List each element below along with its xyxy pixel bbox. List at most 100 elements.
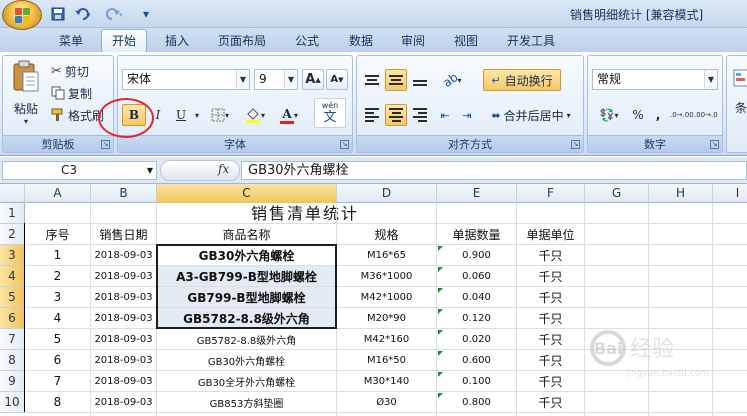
table-cell[interactable]: GB30全牙外六角螺栓 xyxy=(157,371,337,392)
tab-data[interactable]: 数据 xyxy=(338,31,384,52)
table-cell[interactable]: 2 xyxy=(25,266,91,287)
borders-button[interactable]: ▾ xyxy=(206,104,234,126)
table-cell[interactable]: 千只 xyxy=(517,308,585,329)
table-cell[interactable]: 2018-09-03 xyxy=(91,329,157,350)
conditional-format-icon[interactable] xyxy=(729,66,747,90)
increase-decimal-button[interactable]: .0→.00 xyxy=(670,104,694,126)
tab-review[interactable]: 审阅 xyxy=(390,31,436,52)
table-header-cell[interactable]: 规格 xyxy=(337,224,437,245)
table-cell[interactable]: GB5782-8.8级外六角 xyxy=(157,329,337,350)
row-header-5[interactable]: 5 xyxy=(0,287,25,308)
table-header-cell[interactable]: 销售日期 xyxy=(91,224,157,245)
table-header-cell[interactable]: 单据单位 xyxy=(517,224,585,245)
font-size-combo[interactable]: 9 ▼ xyxy=(254,69,298,90)
row-header-4[interactable]: 4 xyxy=(0,266,25,287)
table-cell[interactable]: 3 xyxy=(25,287,91,308)
orientation-button[interactable]: ab ▾ xyxy=(437,69,467,91)
table-cell[interactable]: 0.060 xyxy=(437,266,517,287)
table-cell[interactable]: M20*90 xyxy=(337,308,437,329)
table-cell[interactable]: M42*160 xyxy=(337,329,437,350)
paste-button[interactable]: 粘贴 ▾ xyxy=(7,60,45,130)
tab-formulas[interactable]: 公式 xyxy=(284,31,330,52)
align-left-button[interactable] xyxy=(361,104,383,126)
chevron-down-icon[interactable]: ▼ xyxy=(236,70,249,89)
table-cell[interactable]: 2018-09-03 xyxy=(91,350,157,371)
conditional-format-label[interactable]: 条 xyxy=(729,96,747,118)
select-all-corner[interactable] xyxy=(0,184,25,203)
font-color-button[interactable]: A ▾ xyxy=(274,104,304,126)
tab-developer[interactable]: 开发工具 xyxy=(497,31,565,52)
table-cell[interactable]: M42*1000 xyxy=(337,287,437,308)
fill-color-button[interactable]: ▾ xyxy=(240,104,270,126)
table-cell[interactable]: 0.040 xyxy=(437,287,517,308)
table-cell[interactable]: 6 xyxy=(25,350,91,371)
table-cell[interactable]: GB799-B型地脚螺栓 xyxy=(157,287,337,308)
chevron-down-icon[interactable]: ▼ xyxy=(147,162,153,179)
percent-button[interactable]: % xyxy=(628,104,648,126)
row-header-9[interactable]: 9 xyxy=(0,371,25,392)
table-cell[interactable]: M30*140 xyxy=(337,371,437,392)
table-header-cell[interactable]: 商品名称 xyxy=(157,224,337,245)
table-cell[interactable]: 0.100 xyxy=(437,371,517,392)
table-cell[interactable]: 7 xyxy=(25,371,91,392)
comma-button[interactable]: , xyxy=(650,104,666,126)
table-cell[interactable]: Ø30 xyxy=(337,392,437,413)
grow-font-button[interactable]: A ▲ xyxy=(302,69,324,90)
table-cell[interactable]: 千只 xyxy=(517,329,585,350)
column-header-b[interactable]: B xyxy=(91,184,157,203)
table-cell[interactable]: 2018-09-03 xyxy=(91,308,157,329)
alignment-dialog-launcher-icon[interactable]: ↘ xyxy=(571,140,580,149)
tab-view[interactable]: 视图 xyxy=(443,31,489,52)
table-header-cell[interactable]: 单据数量 xyxy=(437,224,517,245)
table-cell[interactable]: 0.600 xyxy=(437,350,517,371)
cut-button[interactable]: ✂ 剪切 xyxy=(51,60,111,82)
table-cell[interactable]: 千只 xyxy=(517,245,585,266)
wrap-text-button[interactable]: ↵ 自动换行 xyxy=(483,69,561,91)
row-header-2[interactable]: 2 xyxy=(0,224,25,245)
align-center-button[interactable] xyxy=(385,104,407,126)
table-cell[interactable]: M16*50 xyxy=(337,350,437,371)
chevron-down-icon[interactable]: ▼ xyxy=(704,70,717,89)
column-header-g[interactable]: G xyxy=(585,184,649,203)
column-header-d[interactable]: D xyxy=(337,184,437,203)
table-cell[interactable]: GB5782-8.8级外六角 xyxy=(157,308,337,329)
sheet-title[interactable]: 销售清单统计 xyxy=(25,203,585,224)
column-header-i[interactable]: I xyxy=(713,184,747,203)
row-header-3[interactable]: 3 xyxy=(0,245,25,266)
row-header-7[interactable]: 7 xyxy=(0,329,25,350)
column-header-c[interactable]: C xyxy=(157,184,337,203)
row-header-10[interactable]: 10 xyxy=(0,392,25,413)
table-cell[interactable]: 8 xyxy=(25,392,91,413)
underline-button[interactable]: U xyxy=(170,104,192,126)
tab-insert[interactable]: 插入 xyxy=(154,31,200,52)
table-cell[interactable]: M16*65 xyxy=(337,245,437,266)
table-cell[interactable]: A3-GB799-B型地脚螺栓 xyxy=(157,266,337,287)
table-cell[interactable]: 2018-09-03 xyxy=(91,266,157,287)
row-header-8[interactable]: 8 xyxy=(0,350,25,371)
column-header-e[interactable]: E xyxy=(437,184,517,203)
tab-home[interactable]: 开始 xyxy=(101,29,147,53)
tab-page-layout[interactable]: 页面布局 xyxy=(208,31,276,52)
phonetic-guide-button[interactable]: wén 文 xyxy=(314,98,346,128)
table-cell[interactable]: 千只 xyxy=(517,287,585,308)
table-cell[interactable]: 2018-09-03 xyxy=(91,392,157,413)
table-cell[interactable]: 千只 xyxy=(517,350,585,371)
increase-indent-button[interactable]: ⇥ xyxy=(457,104,477,126)
accounting-format-button[interactable]: 💱 ▾ xyxy=(592,104,626,126)
table-cell[interactable]: GB853方斜垫圈 xyxy=(157,392,337,413)
align-bottom-button[interactable] xyxy=(409,69,431,91)
column-header-h[interactable]: H xyxy=(649,184,713,203)
table-cell[interactable]: 5 xyxy=(25,329,91,350)
number-dialog-launcher-icon[interactable]: ↘ xyxy=(710,140,719,149)
table-cell[interactable]: M36*1000 xyxy=(337,266,437,287)
column-header-f[interactable]: F xyxy=(517,184,585,203)
copy-button[interactable]: 复制 xyxy=(51,82,111,104)
table-header-cell[interactable]: 序号 xyxy=(25,224,91,245)
table-cell[interactable]: 0.020 xyxy=(437,329,517,350)
table-cell[interactable]: 千只 xyxy=(517,392,585,413)
align-top-button[interactable] xyxy=(361,69,383,91)
table-cell[interactable]: 2018-09-03 xyxy=(91,245,157,266)
number-format-combo[interactable]: 常规 ▼ xyxy=(592,69,718,90)
align-right-button[interactable] xyxy=(409,104,431,126)
column-header-a[interactable]: A xyxy=(25,184,91,203)
